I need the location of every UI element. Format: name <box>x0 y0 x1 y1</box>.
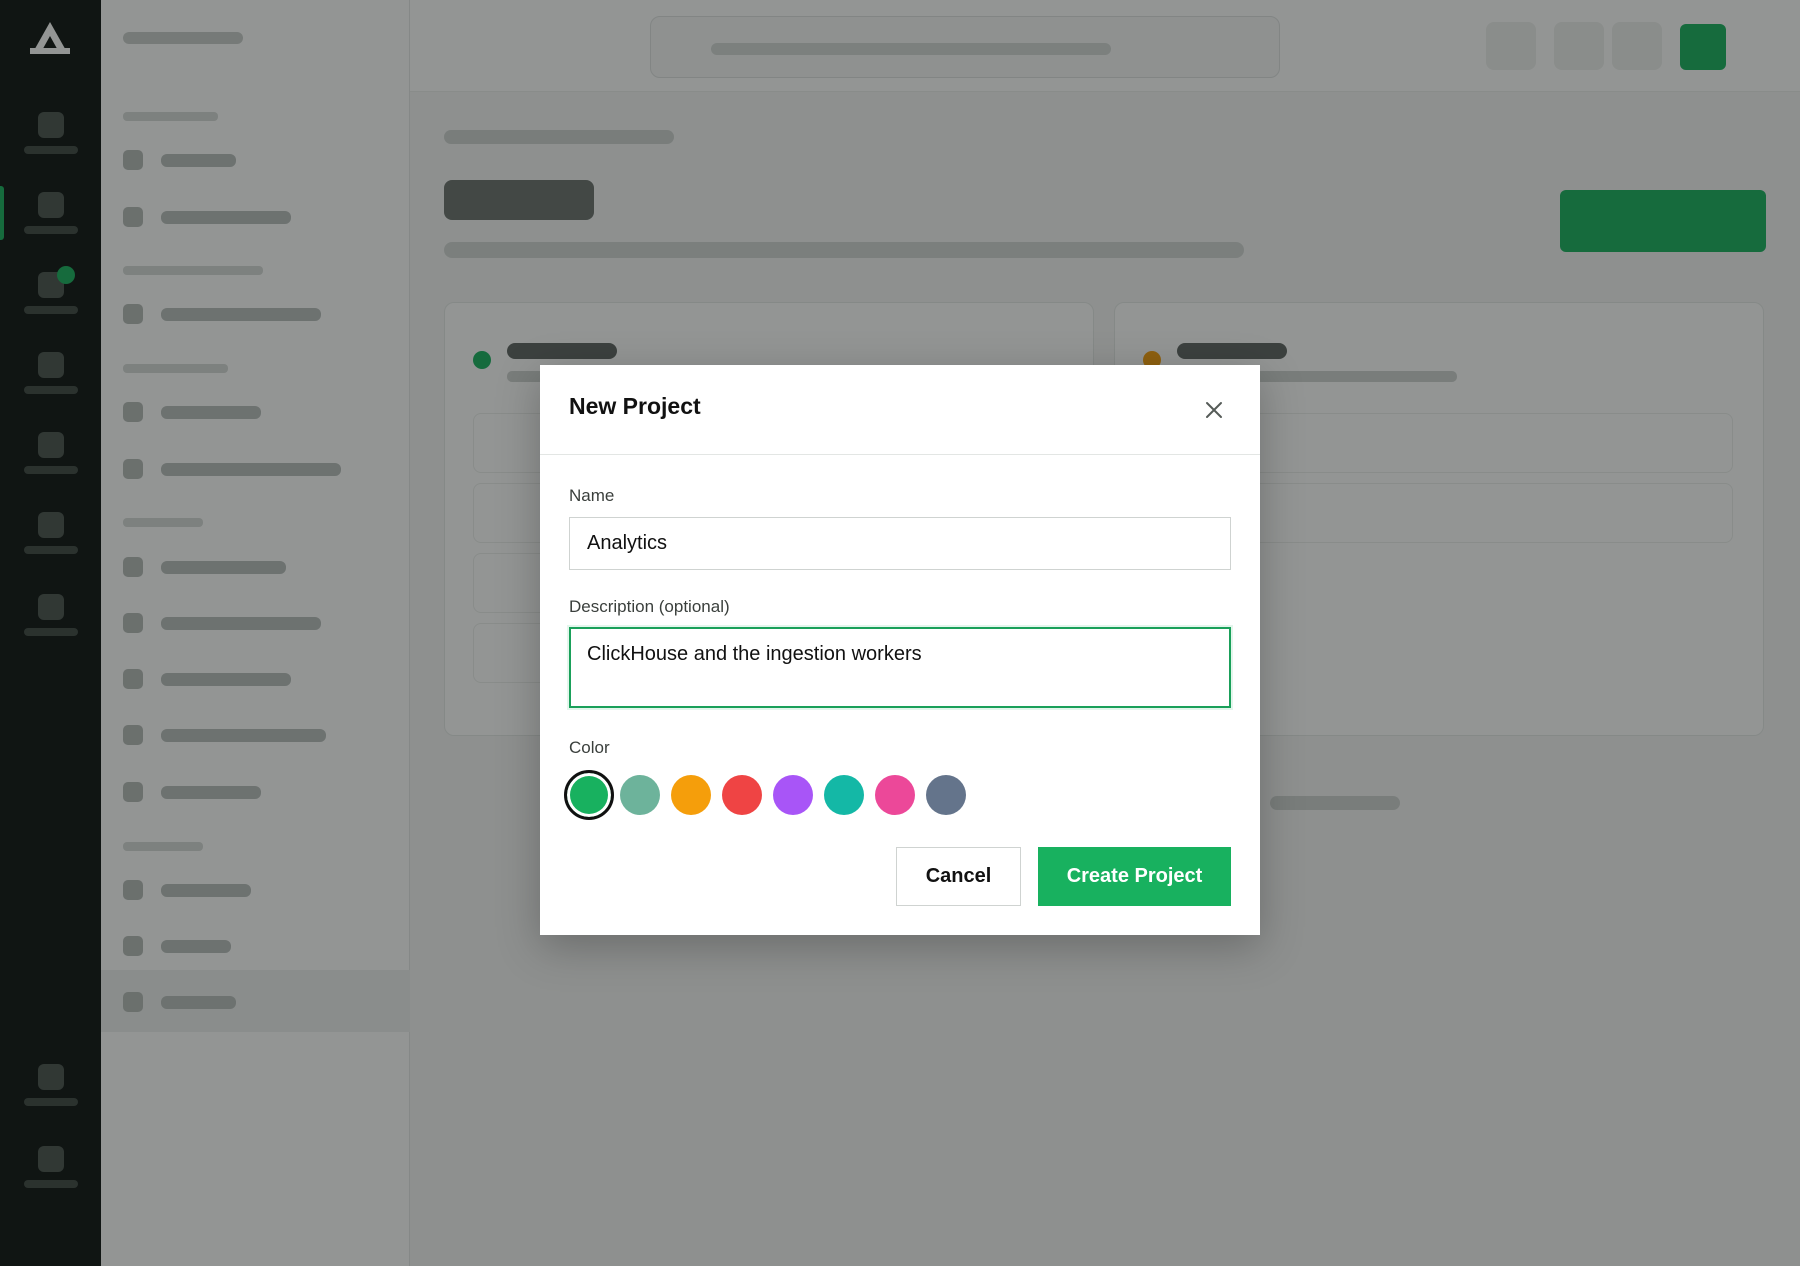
description-label: Description (optional) <box>569 597 730 616</box>
create-project-button[interactable]: Create Project <box>1038 847 1231 906</box>
color-picker <box>564 770 989 820</box>
dialog-header: New Project <box>540 365 1260 455</box>
color-swatch[interactable] <box>824 775 864 815</box>
new-project-dialog: New Project Name Description (optional) … <box>540 365 1260 935</box>
color-swatch[interactable] <box>722 775 762 815</box>
dialog-title: New Project <box>569 393 701 419</box>
color-swatch[interactable] <box>926 775 966 815</box>
color-swatch[interactable] <box>875 775 915 815</box>
name-label: Name <box>569 486 615 505</box>
color-swatch[interactable] <box>773 775 813 815</box>
close-button[interactable] <box>1196 392 1232 428</box>
color-label: Color <box>569 738 610 757</box>
color-swatch[interactable] <box>671 775 711 815</box>
color-swatch[interactable] <box>564 770 614 820</box>
cancel-button[interactable]: Cancel <box>896 847 1021 906</box>
close-icon <box>1206 402 1222 418</box>
color-swatch[interactable] <box>620 775 660 815</box>
name-input[interactable] <box>569 517 1231 570</box>
description-textarea[interactable]: ClickHouse and the ingestion workers <box>569 627 1231 708</box>
